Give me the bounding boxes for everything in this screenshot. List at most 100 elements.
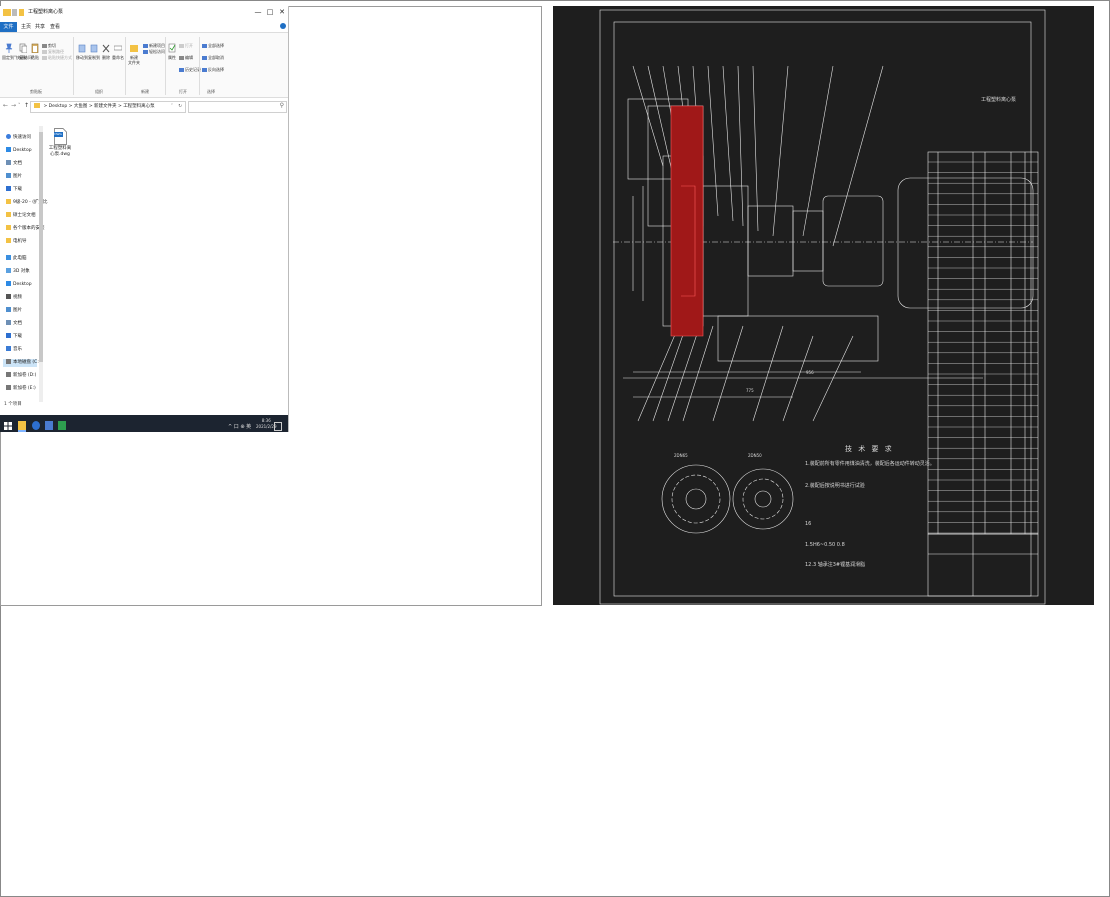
scrollbar-thumb[interactable] bbox=[39, 132, 43, 362]
tech-requirements-title: 技 术 要 求 bbox=[845, 445, 894, 453]
sidebar-item-desktop-2[interactable]: Desktop bbox=[6, 281, 32, 289]
copy-path-label: 复制路径 bbox=[48, 49, 64, 54]
menu-file-tab[interactable]: 文件 bbox=[0, 22, 17, 32]
file-item-dwg[interactable]: DWG 工程塑料离心泵.dwg bbox=[48, 128, 72, 158]
sidebar-item-music[interactable]: 音乐 bbox=[6, 346, 22, 354]
sidebar-item-label: 3D 对象 bbox=[13, 269, 30, 274]
folder-small-icon[interactable] bbox=[19, 9, 24, 16]
notification-icon[interactable] bbox=[274, 422, 282, 431]
new-folder-button[interactable]: 新建 文件夹 bbox=[127, 43, 141, 65]
menu-home-tab[interactable]: 主页 bbox=[21, 22, 31, 32]
history-button[interactable]: 历史记录 bbox=[179, 67, 201, 72]
sidebar-item-folder-4[interactable]: 电机导 bbox=[6, 238, 27, 246]
easy-access-label: 轻松访问 bbox=[149, 49, 165, 54]
group-new-label: 新建 bbox=[141, 89, 149, 94]
drive-icon bbox=[6, 372, 11, 377]
select-none-button[interactable]: 全部取消 bbox=[202, 55, 224, 60]
copy-button[interactable]: 复制 bbox=[18, 43, 28, 60]
new-item-button[interactable]: 新建项目 bbox=[143, 43, 165, 48]
breadcrumb-desktop[interactable]: Desktop bbox=[49, 104, 68, 109]
paste-button[interactable]: 粘贴 bbox=[30, 43, 40, 60]
maximize-button[interactable]: □ bbox=[264, 7, 276, 17]
back-arrow-icon[interactable]: ← bbox=[3, 102, 8, 109]
copy-to-button[interactable]: 复制到 bbox=[88, 43, 100, 60]
search-input[interactable]: ⚲ bbox=[188, 101, 287, 113]
system-tray[interactable]: ^ 口 ⊕ 英 bbox=[228, 423, 251, 430]
sidebar-item-pictures[interactable]: 图片 bbox=[6, 173, 22, 181]
document-taskbar-icon[interactable] bbox=[45, 421, 53, 430]
ribbon-separator bbox=[165, 37, 166, 95]
select-all-button[interactable]: 全部选择 bbox=[202, 43, 224, 48]
minimize-button[interactable]: — bbox=[252, 7, 264, 17]
ribbon-separator bbox=[199, 37, 200, 95]
paste-shortcut-button[interactable]: 粘贴快捷方式 bbox=[42, 55, 72, 60]
sidebar-item-documents[interactable]: 文档 bbox=[6, 160, 22, 168]
sidebar-item-label: 图片 bbox=[13, 308, 22, 313]
chevron-down-icon[interactable]: ˅ bbox=[18, 103, 21, 109]
navigation-scrollbar[interactable] bbox=[39, 126, 43, 402]
sidebar-item-label: 视频 bbox=[13, 295, 22, 300]
up-arrow-icon[interactable]: ↑ bbox=[24, 102, 29, 109]
browser-taskbar-icon[interactable] bbox=[32, 421, 40, 430]
quick-access-icon[interactable] bbox=[12, 9, 17, 16]
file-explorer-taskbar-icon[interactable] bbox=[18, 421, 26, 432]
tech-line-4: 1.5H6~0.50 0.8 bbox=[805, 542, 845, 548]
sidebar-item-3d-objects[interactable]: 3D 对象 bbox=[6, 268, 30, 276]
sidebar-item-folder-2[interactable]: 硕士论文相 bbox=[6, 212, 36, 220]
select-all-label: 全部选择 bbox=[208, 43, 224, 48]
music-icon bbox=[6, 346, 11, 351]
forward-arrow-icon[interactable]: → bbox=[11, 102, 16, 109]
sidebar-item-quick-access[interactable]: 快速访问 bbox=[6, 134, 31, 142]
folder-icon bbox=[34, 103, 40, 108]
sidebar-item-documents-2[interactable]: 文档 bbox=[6, 320, 22, 328]
breadcrumb-current[interactable]: 工程塑料离心泵 bbox=[123, 104, 155, 109]
sidebar-item-label: 快速访问 bbox=[13, 135, 31, 140]
sidebar-item-desktop[interactable]: Desktop bbox=[6, 147, 32, 155]
picture-icon bbox=[6, 173, 11, 178]
copy-path-button[interactable]: 复制路径 bbox=[42, 49, 64, 54]
sidebar-item-drive-e[interactable]: 新加卷 (E:) bbox=[6, 385, 36, 393]
delete-label: 删除 bbox=[102, 55, 110, 60]
properties-button[interactable]: 属性 bbox=[167, 43, 177, 60]
move-to-icon bbox=[78, 43, 86, 53]
pin-quick-access-button[interactable]: 固定到"快速访问" bbox=[2, 43, 34, 60]
edit-button[interactable]: 编辑 bbox=[179, 55, 193, 60]
easy-access-button[interactable]: 轻松访问 bbox=[143, 49, 165, 54]
sidebar-item-pictures-2[interactable]: 图片 bbox=[6, 307, 22, 315]
move-to-button[interactable]: 移动到 bbox=[76, 43, 88, 60]
sidebar-item-this-pc[interactable]: 此电脑 bbox=[6, 255, 27, 263]
sidebar-item-downloads[interactable]: 下载 bbox=[6, 186, 22, 194]
help-icon[interactable] bbox=[280, 23, 286, 29]
history-icon bbox=[179, 68, 184, 72]
close-button[interactable]: ✕ bbox=[276, 7, 288, 17]
windows-start-icon[interactable] bbox=[4, 422, 12, 430]
breadcrumb-new-folder[interactable]: 新建文件夹 bbox=[94, 104, 117, 109]
breadcrumb-dayutu[interactable]: 大鱼图 bbox=[74, 104, 88, 109]
delete-button[interactable]: 删除 bbox=[101, 43, 111, 60]
sidebar-item-videos[interactable]: 视频 bbox=[6, 294, 22, 302]
edit-label: 编辑 bbox=[185, 55, 193, 60]
sidebar-item-drive-d[interactable]: 新加卷 (D:) bbox=[6, 372, 36, 380]
cut-button[interactable]: 剪切 bbox=[42, 43, 56, 48]
app-taskbar-icon[interactable] bbox=[58, 421, 66, 430]
desktop-icon bbox=[6, 147, 11, 152]
invert-selection-label: 反向选择 bbox=[208, 67, 224, 72]
dim-label-2: 2DN50 bbox=[748, 453, 762, 458]
dim-label-4: 956 bbox=[806, 370, 814, 375]
navigation-pane: 快速访问 Desktop 文档 图片 下载 9级-20 - (扩大比 硕士论文相… bbox=[0, 126, 47, 402]
ribbon: 固定到"快速访问" 复制 粘贴 剪切 复制路径 粘贴快捷方式 剪贴板 移动到 复… bbox=[0, 33, 288, 98]
status-item-count: 1 个项目 bbox=[4, 402, 22, 407]
sidebar-item-downloads-2[interactable]: 下载 bbox=[6, 333, 22, 341]
breadcrumb-separator: > bbox=[43, 104, 48, 109]
menu-view-tab[interactable]: 查看 bbox=[50, 22, 60, 32]
chevron-down-icon[interactable]: ˅ bbox=[171, 102, 173, 112]
download-icon bbox=[6, 333, 11, 338]
menu-share-tab[interactable]: 共享 bbox=[35, 22, 45, 32]
address-bar[interactable]: > Desktop > 大鱼图 > 新建文件夹 > 工程塑料离心泵 ˅ ↻ bbox=[30, 101, 186, 113]
refresh-icon[interactable]: ↻ bbox=[178, 102, 182, 112]
folder-icon bbox=[6, 238, 11, 243]
sidebar-item-drive-c[interactable]: 本地磁盘 (C:) bbox=[3, 359, 41, 367]
invert-selection-button[interactable]: 反向选择 bbox=[202, 67, 224, 72]
rename-button[interactable]: 重命名 bbox=[112, 43, 124, 60]
open-button[interactable]: 打开 bbox=[179, 43, 193, 48]
